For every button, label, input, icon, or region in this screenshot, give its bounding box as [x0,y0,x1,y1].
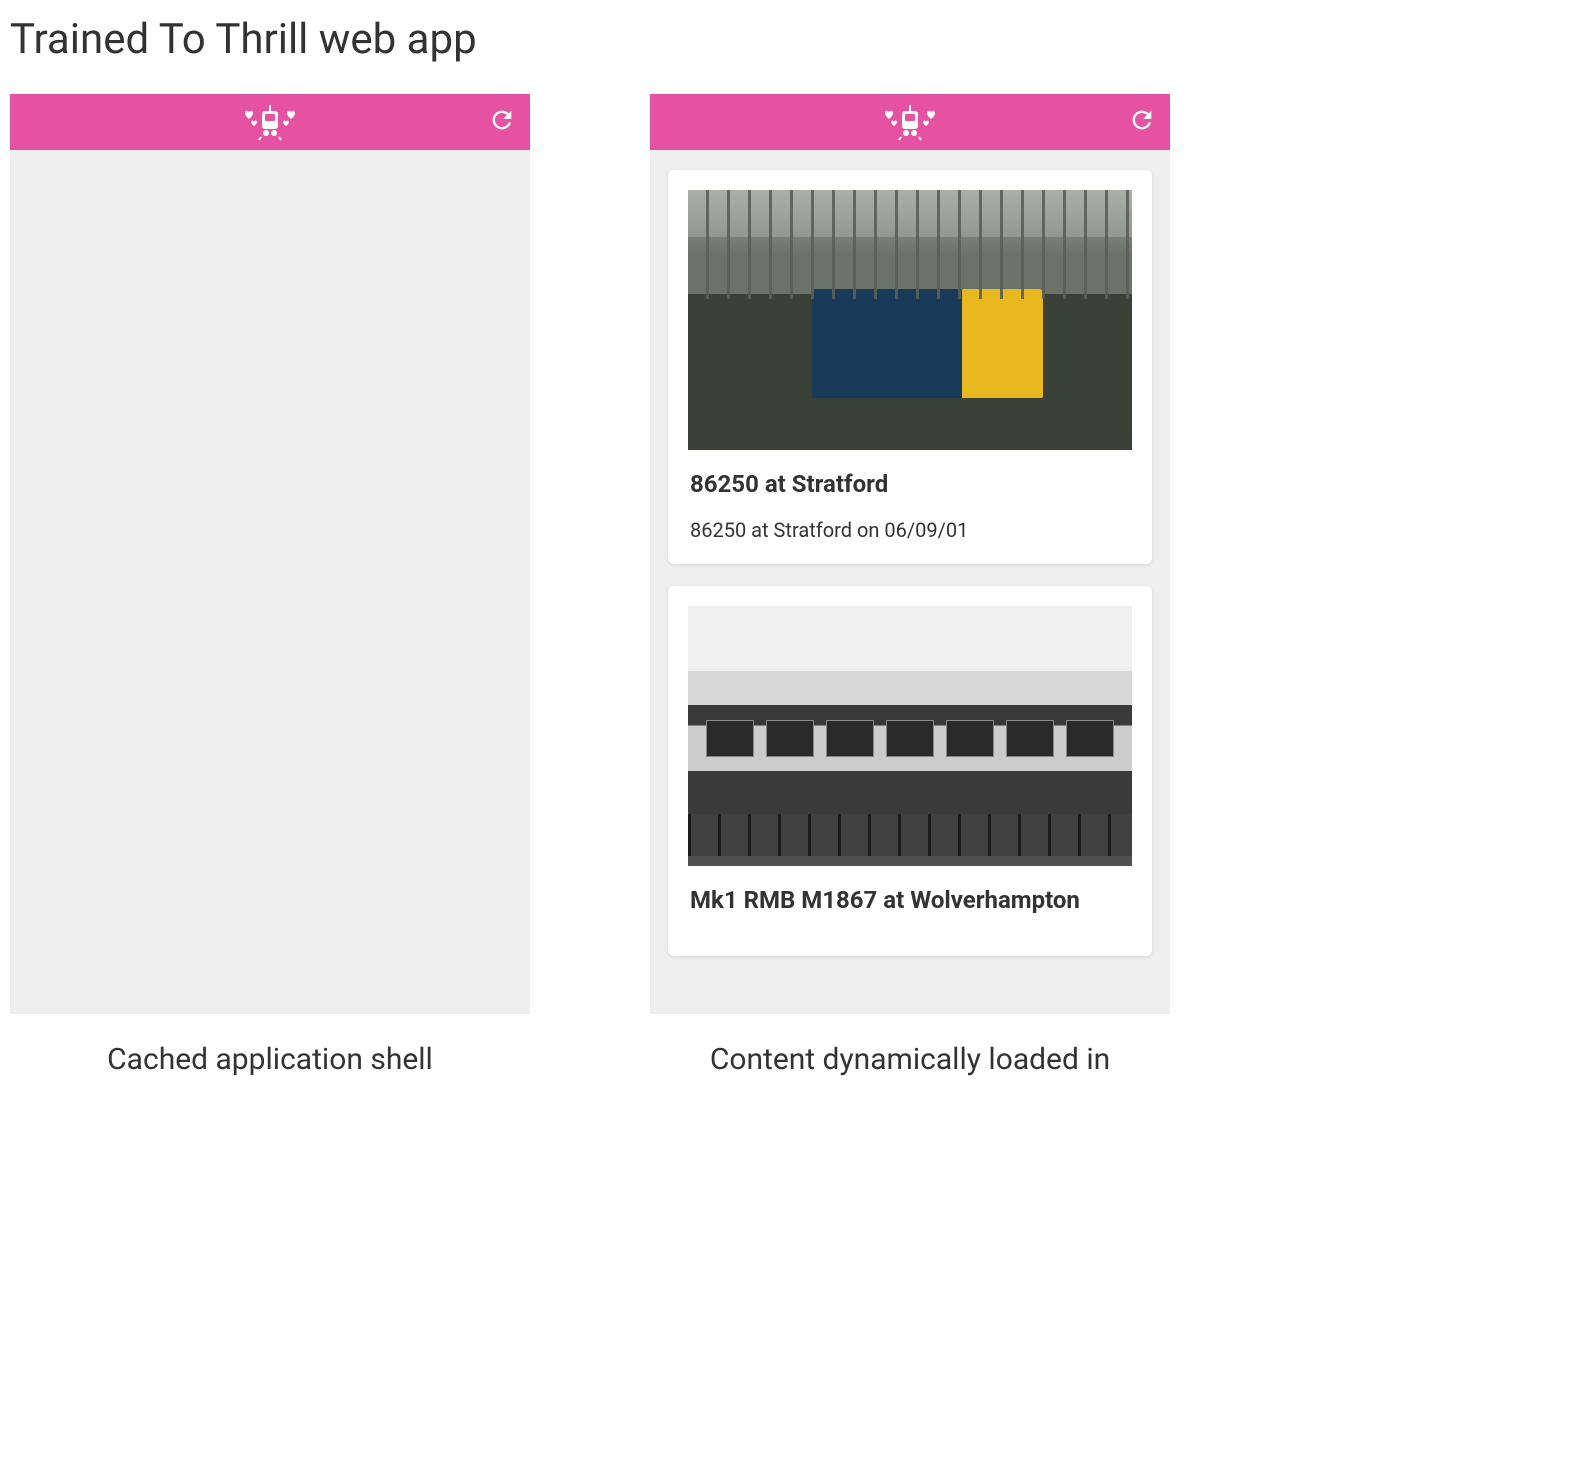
right-panel-wrapper: 86250 at Stratford 86250 at Stratford on… [650,94,1170,1077]
right-panel-caption: Content dynamically loaded in [710,1042,1110,1077]
panels-container: Cached application shell [10,94,1579,1077]
card-description: 86250 at Stratford on 06/09/01 [690,518,1130,542]
refresh-icon [488,106,516,138]
refresh-icon [1128,106,1156,138]
content-card[interactable]: 86250 at Stratford 86250 at Stratford on… [668,170,1152,564]
refresh-button[interactable] [1128,106,1156,138]
left-panel-caption: Cached application shell [107,1042,433,1077]
app-header [650,94,1170,150]
card-title: 86250 at Stratford [690,470,1130,498]
card-body: Mk1 RMB M1867 at Wolverhampton [668,866,1152,956]
refresh-button[interactable] [488,106,516,138]
card-image [688,190,1132,450]
left-phone-panel [10,94,530,1014]
empty-content-area [10,150,530,1014]
page-title: Trained To Thrill web app [10,15,1579,64]
app-header [10,94,530,150]
left-panel-wrapper: Cached application shell [10,94,530,1077]
content-card[interactable]: Mk1 RMB M1867 at Wolverhampton [668,586,1152,956]
card-image [688,606,1132,866]
right-phone-panel: 86250 at Stratford 86250 at Stratford on… [650,94,1170,1014]
card-title: Mk1 RMB M1867 at Wolverhampton [690,886,1130,914]
train-hearts-icon [879,103,941,141]
content-area: 86250 at Stratford 86250 at Stratford on… [650,150,1170,1014]
train-hearts-icon [239,103,301,141]
card-body: 86250 at Stratford 86250 at Stratford on… [668,450,1152,564]
